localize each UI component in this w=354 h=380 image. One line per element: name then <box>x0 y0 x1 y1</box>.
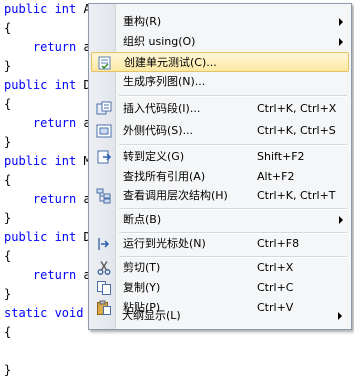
menu-item-surround-with[interactable]: 外侧代码(S)... Ctrl+K, Ctrl+S <box>91 121 349 141</box>
code-line: } <box>4 133 11 152</box>
code-text: } <box>4 135 12 149</box>
context-menu: 重构(R) 组织 using(O) 创建单元测试(C)... 生成序列图(N).… <box>88 3 352 330</box>
surround-with-icon <box>96 123 112 139</box>
code-keyword: static void <box>4 306 84 320</box>
submenu-arrow-icon <box>339 18 343 26</box>
menu-separator <box>119 144 347 146</box>
code-keyword: return <box>4 116 77 130</box>
code-keyword: return <box>4 40 77 54</box>
code-line: } <box>4 285 11 304</box>
code-text: { <box>4 325 12 339</box>
menu-item-outlining[interactable]: 大纲显示(L) <box>90 306 348 326</box>
menu-item-label: 运行到光标处(N) <box>123 237 206 250</box>
menu-item-insert-snippet[interactable]: 插入代码段(I)... Ctrl+K, Ctrl+X <box>91 99 349 119</box>
menu-item-label: 查看调用层次结构(H) <box>123 189 228 202</box>
code-text: } <box>4 287 12 301</box>
menu-item-shortcut: Ctrl+K, Ctrl+S <box>257 124 336 137</box>
menu-item-label: 复制(Y) <box>123 281 161 294</box>
submenu-arrow-icon <box>338 312 342 320</box>
code-text: } <box>4 59 12 73</box>
menu-item-label: 创建单元测试(C)... <box>124 56 217 69</box>
code-keyword: public int <box>4 154 77 168</box>
scissors-icon <box>96 260 112 276</box>
menu-item-find-all-references[interactable]: 查找所有引用(A) Alt+F2 <box>91 167 349 187</box>
menu-item-shortcut: Ctrl+F8 <box>257 237 300 250</box>
insert-snippet-icon <box>96 101 112 117</box>
code-line: } <box>4 361 11 380</box>
menu-item-label: 转到定义(G) <box>123 150 185 163</box>
menu-item-label: 重构(R) <box>123 15 162 28</box>
menu-item-shortcut: Ctrl+C <box>257 281 294 294</box>
code-text: } <box>4 363 12 377</box>
menu-item-label: 剪切(T) <box>123 261 161 274</box>
menu-item-run-to-cursor[interactable]: 运行到光标处(N) Ctrl+F8 <box>91 234 349 254</box>
menu-item-label: 断点(B) <box>123 213 162 226</box>
code-line: } <box>4 209 11 228</box>
code-line: } <box>4 57 11 76</box>
menu-item-refactor[interactable]: 重构(R) <box>91 12 349 32</box>
code-text: { <box>4 21 12 35</box>
code-text: { <box>4 173 12 187</box>
go-to-definition-icon <box>96 149 112 165</box>
menu-item-shortcut: Alt+F2 <box>257 170 295 183</box>
menu-item-shortcut: Ctrl+K, Ctrl+X <box>257 102 337 115</box>
menu-item-view-call-hierarchy[interactable]: 查看调用层次结构(H) Ctrl+K, Ctrl+T <box>91 186 349 206</box>
menu-item-label: 大纲显示(L) <box>122 309 181 322</box>
code-keyword: public int <box>4 78 77 92</box>
menu-item-label: 查找所有引用(A) <box>123 170 206 183</box>
code-line: { <box>4 95 11 114</box>
code-line: { <box>4 171 11 190</box>
menu-item-label: 外侧代码(S)... <box>123 124 194 137</box>
run-to-cursor-icon <box>96 236 112 252</box>
menu-item-copy[interactable]: 复制(Y) Ctrl+C <box>91 278 349 298</box>
code-line: { <box>4 19 11 38</box>
menu-item-organize-usings[interactable]: 组织 using(O) <box>91 32 349 52</box>
code-text: } <box>4 211 12 225</box>
menu-item-shortcut: Shift+F2 <box>257 150 305 163</box>
menu-separator <box>119 95 347 97</box>
menu-item-shortcut: Ctrl+K, Ctrl+T <box>257 189 336 202</box>
call-hierarchy-icon <box>96 188 112 204</box>
menu-item-cut[interactable]: 剪切(T) Ctrl+X <box>91 258 349 278</box>
unit-test-icon <box>97 55 113 71</box>
code-keyword: public int <box>4 2 77 16</box>
code-text: { <box>4 249 12 263</box>
menu-item-label: 生成序列图(N)... <box>123 75 206 88</box>
menu-item-go-to-definition[interactable]: 转到定义(G) Shift+F2 <box>91 147 349 167</box>
submenu-arrow-icon <box>339 216 343 224</box>
code-keyword: return <box>4 192 77 206</box>
menu-item-generate-sequence-diagram[interactable]: 生成序列图(N)... <box>91 72 349 92</box>
menu-item-breakpoint[interactable]: 断点(B) <box>91 210 349 230</box>
menu-item-label: 插入代码段(I)... <box>123 102 201 115</box>
menu-item-create-unit-tests[interactable]: 创建单元测试(C)... <box>91 52 349 72</box>
menu-item-shortcut: Ctrl+X <box>257 261 294 274</box>
code-keyword: return <box>4 268 77 282</box>
submenu-arrow-icon <box>339 38 343 46</box>
code-keyword: public int <box>4 230 77 244</box>
code-text: { <box>4 97 12 111</box>
code-line: { <box>4 247 11 266</box>
menu-item-label: 组织 using(O) <box>123 35 196 48</box>
copy-icon <box>96 280 112 296</box>
